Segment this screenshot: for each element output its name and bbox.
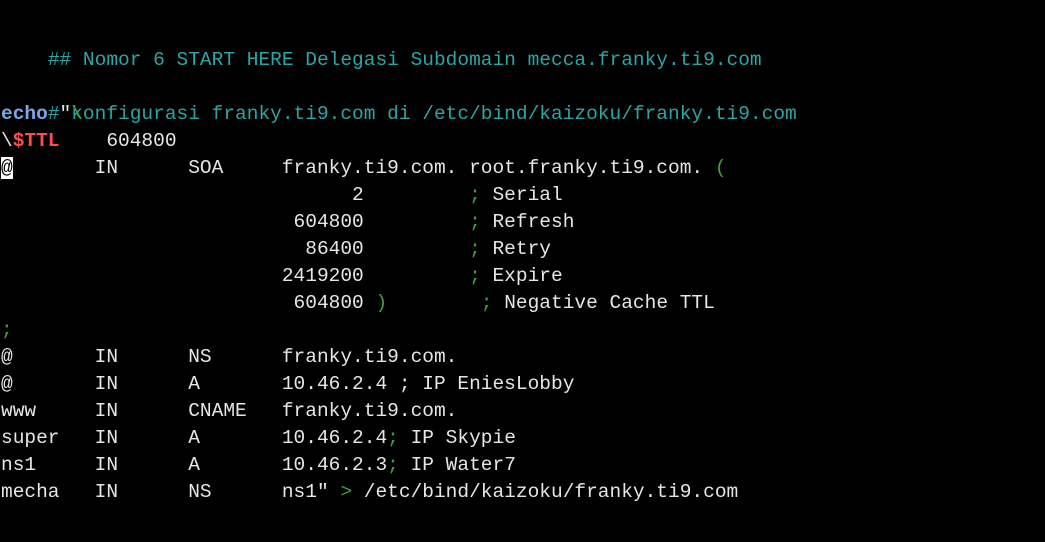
expire-label: Expire [480, 265, 563, 287]
soa-refresh-line: 604800 ; Refresh [1, 209, 575, 236]
record-text: ns1 IN A 10.46.2.3 [1, 454, 388, 476]
serial-label: Serial [480, 184, 563, 206]
soa-record-text: IN SOA franky.ti9.com. root.franky.ti9.c… [12, 157, 715, 179]
serial-value: 2 [1, 184, 470, 206]
echo-command-line: echo "\ [1, 101, 83, 128]
redirect-target: /etc/bind/kaizoku/franky.ti9.com [352, 481, 739, 503]
soa-serial-line: 2 ; Serial [1, 182, 563, 209]
close-paren: ) [375, 292, 388, 314]
soa-retry-line: 86400 ; Retry [1, 236, 551, 263]
record-comment: IP Skypie [398, 427, 516, 449]
comment-semicolon: ; [387, 454, 399, 476]
ns-delegation-line: mecha IN NS ns1" > /etc/bind/kaizoku/fra… [1, 479, 738, 506]
soa-negative-ttl-line: 604800 ) ; Negative Cache TTL [1, 290, 715, 317]
redirect-operator: > [340, 481, 353, 503]
open-paren: ( [714, 157, 727, 179]
a-record-ns1-line: ns1 IN A 10.46.2.3; IP Water7 [1, 452, 516, 479]
cname-record-line: www IN CNAME franky.ti9.com. [1, 398, 457, 425]
record-text: @ IN A 10.46.2.4 ; IP EniesLobby [1, 373, 575, 395]
negative-ttl-value: 604800 [1, 292, 376, 314]
retry-value: 86400 [1, 238, 470, 260]
text-cursor: @ [1, 157, 13, 179]
separator-line: ; [1, 317, 13, 344]
a-record-line: @ IN A 10.46.2.4 ; IP EniesLobby [1, 371, 574, 398]
refresh-label: Refresh [480, 211, 575, 233]
ns-record-line: @ IN NS franky.ti9.com. [1, 344, 457, 371]
comment-semicolon: ; [387, 427, 399, 449]
line-continuation: \ [71, 103, 83, 125]
terminal-output[interactable]: ## Nomor 6 START HERE Delegasi Subdomain… [0, 0, 1045, 542]
comment-semicolon: ; [469, 265, 481, 287]
comment-semicolon: ; [469, 184, 481, 206]
comment-text: ## Nomor 6 START HERE Delegasi Subdomain… [47, 49, 762, 71]
comment-semicolon: ; [480, 292, 493, 314]
echo-keyword: echo [1, 103, 48, 125]
expire-value: 2419200 [1, 265, 470, 287]
escape-backslash: \ [1, 130, 13, 152]
refresh-value: 604800 [1, 211, 470, 233]
negative-ttl-label: Negative Cache TTL [492, 292, 715, 314]
record-text: @ IN NS franky.ti9.com. [1, 346, 458, 368]
soa-expire-line: 2419200 ; Expire [1, 263, 563, 290]
quote-open: " [47, 103, 72, 125]
spacing [387, 292, 481, 314]
comment-semicolon: ; [469, 211, 481, 233]
soa-record-line: @ IN SOA franky.ti9.com. root.franky.ti9… [1, 155, 727, 182]
record-text: super IN A 10.46.2.4 [1, 427, 388, 449]
retry-label: Retry [480, 238, 551, 260]
ttl-value: 604800 [59, 130, 177, 152]
comment-semicolon: ; [469, 238, 481, 260]
record-comment: IP Water7 [398, 454, 516, 476]
comment-semicolon: ; [1, 319, 13, 341]
record-text: www IN CNAME franky.ti9.com. [1, 400, 458, 422]
record-text: mecha IN NS ns1" [1, 481, 341, 503]
ttl-line: \$TTL 604800 [1, 128, 177, 155]
a-record-super-line: super IN A 10.46.2.4; IP Skypie [1, 425, 516, 452]
ttl-directive: $TTL [12, 130, 60, 152]
comment-line: ## Nomor 6 START HERE Delegasi Subdomain… [1, 20, 762, 71]
comment-line: # konfigurasi franky.ti9.com di /etc/bin… [1, 74, 797, 125]
comment-text: # konfigurasi franky.ti9.com di /etc/bin… [47, 103, 797, 125]
